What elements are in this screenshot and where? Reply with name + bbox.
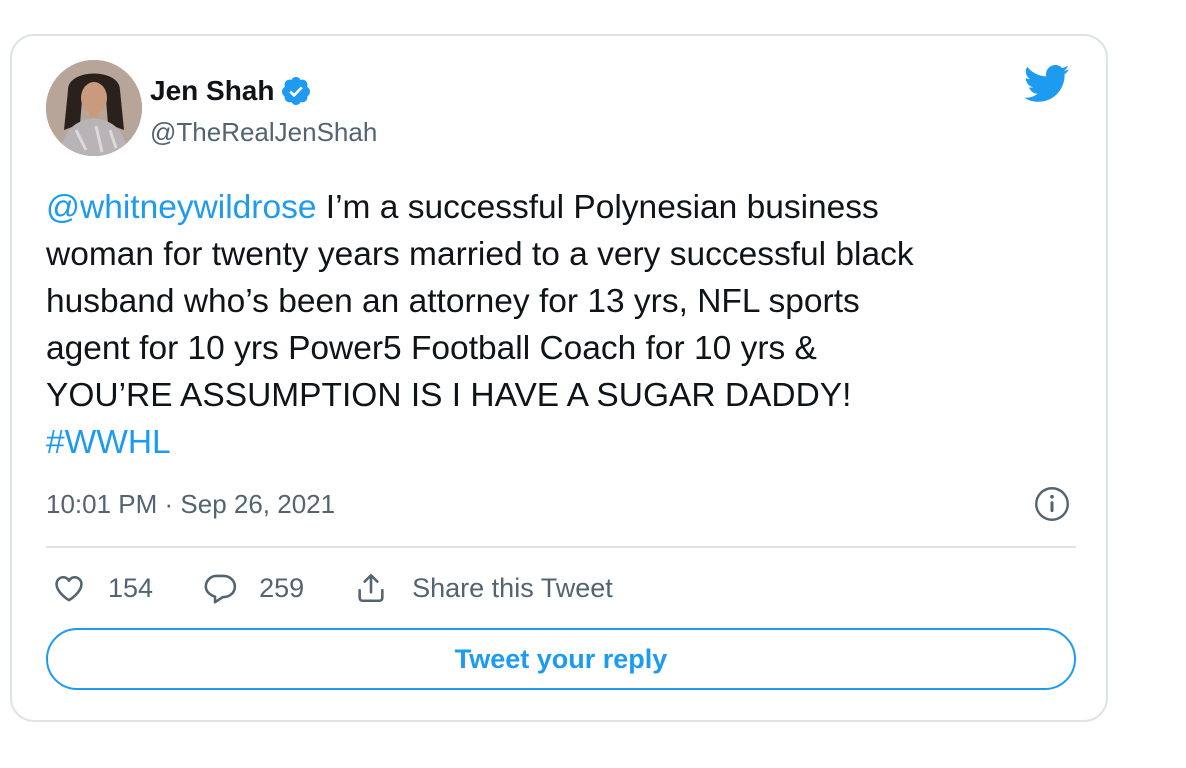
reply-count: 259 [259,573,305,603]
like-button[interactable]: 154 [52,571,153,605]
heart-icon [55,575,83,602]
avatar[interactable] [46,60,142,156]
author-name-row[interactable]: Jen Shah [150,74,312,108]
divider [46,546,1076,548]
profile-photo-icon [46,60,142,156]
info-icon[interactable] [1034,486,1070,522]
reply-button[interactable]: 259 [203,571,304,605]
verified-badge-icon [282,77,311,105]
share-label: Share this Tweet [412,573,613,603]
tweet-timestamp[interactable]: 10:01 PM · Sep 26, 2021 [46,488,335,520]
author-handle[interactable]: @TheRealJenShah [150,116,377,148]
tweet-your-reply-button[interactable]: Tweet your reply [46,628,1076,690]
speech-bubble-icon [204,574,237,604]
like-count: 154 [108,573,154,603]
tweet-card: Jen Shah @TheRealJenShah @whitneywildros… [10,34,1108,722]
author-display-name[interactable]: Jen Shah [150,74,274,108]
hashtag-link[interactable]: #WWHL [46,424,171,461]
twitter-bird-icon[interactable] [1024,64,1070,104]
tweet-text: @whitneywildrose I’m a successful Polyne… [46,184,1076,466]
share-button[interactable]: Share this Tweet [354,571,613,605]
mention-link[interactable]: @whitneywildrose [46,189,316,226]
tweet-actions: 154 259 Share this Tweet [52,566,663,610]
share-upload-icon [358,573,384,603]
